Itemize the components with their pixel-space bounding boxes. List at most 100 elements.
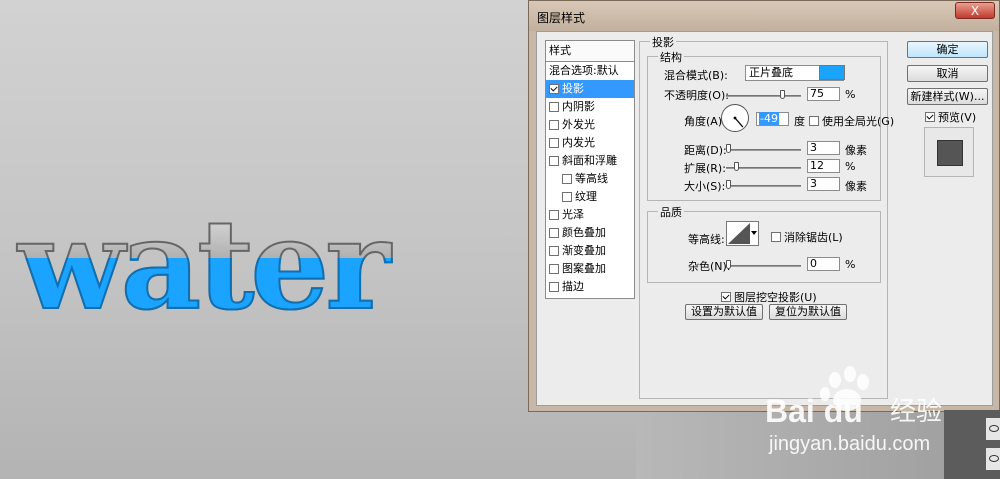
style-checkbox[interactable] [549,102,559,112]
style-checkbox[interactable] [549,138,559,148]
preview-option[interactable]: 预览(V) [925,109,976,125]
style-checkbox[interactable] [549,264,559,274]
cancel-button[interactable]: 取消 [907,65,988,82]
contour-chevron-icon [751,231,757,235]
style-list-item[interactable]: 描边 [546,278,634,296]
opacity-input[interactable]: 75 [807,87,840,101]
opacity-label: 不透明度(O): [664,89,729,102]
style-list-item-label: 斜面和浮雕 [562,154,617,167]
size-input[interactable]: 3 [807,177,840,191]
eye-icon[interactable] [989,425,999,432]
layer-row[interactable] [986,418,1000,440]
style-list-item[interactable]: 斜面和浮雕 [546,152,634,170]
ok-button[interactable]: 确定 [907,41,988,58]
style-list: 样式 混合选项:默认投影内阴影外发光内发光斜面和浮雕等高线纹理光泽颜色叠加渐变叠… [545,40,635,299]
distance-slider-track[interactable] [726,149,801,151]
style-list-item[interactable]: 外发光 [546,116,634,134]
style-list-item-label: 内发光 [562,136,595,149]
distance-slider-thumb[interactable] [726,144,731,153]
style-checkbox[interactable] [549,210,559,220]
contour-picker[interactable] [726,221,759,246]
structure-group: 结构 混合模式(B): 正片叠底 不透明度(O): 75 % 角度(A): -4… [647,49,894,201]
eye-icon[interactable] [989,455,999,462]
style-checkbox[interactable] [549,84,559,94]
watermark-brand: Bai du [765,393,863,429]
quality-group: 品质 等高线: 消除锯齿(L) 杂色(N): 0 % [647,204,881,283]
preview-checkbox[interactable] [925,112,935,122]
global-light-option[interactable]: 使用全局光(G) [809,113,894,129]
spread-slider-thumb[interactable] [734,162,739,171]
dialog-titlebar[interactable]: 图层样式 X [529,1,999,31]
style-list-item[interactable]: 内阴影 [546,98,634,116]
size-unit: 像素 [845,180,867,193]
style-list-item-label: 纹理 [575,190,597,203]
angle-input[interactable]: -49 [756,112,789,126]
style-list-item[interactable]: 渐变叠加 [546,242,634,260]
size-slider-thumb[interactable] [726,180,731,189]
style-list-item[interactable]: 内发光 [546,134,634,152]
antialias-label: 消除锯齿(L) [784,231,843,244]
style-list-item-label: 颜色叠加 [562,226,606,239]
angle-value: -49 [759,112,779,125]
style-list-header: 样式 [546,41,634,62]
style-list-item[interactable]: 混合选项:默认 [546,62,634,80]
style-checkbox[interactable] [562,192,572,202]
style-list-item[interactable]: 纹理 [546,188,634,206]
dialog-client: 样式 混合选项:默认 投影 内阴影 外发光 内发光 斜面和浮雕 等高线 纹理 光泽 颜色叠加 渐变叠… [536,31,993,406]
noise-slider-thumb[interactable] [726,260,731,269]
spread-input[interactable]: 12 [807,159,840,173]
style-checkbox[interactable] [549,120,559,130]
opacity-unit: % [845,88,856,101]
watermark-url: jingyan.baidu.com [768,433,930,455]
layer-style-dialog: 图层样式 X 样式 混合选项:默认 投影 内阴影 外发光 内发光 斜面和浮雕 等高线 纹理 光泽… [528,0,1000,412]
spread-unit: % [845,160,856,173]
opacity-slider-track[interactable] [726,95,801,97]
canvas-water-text: water water [15,196,397,326]
drop-shadow-group: 投影 结构 混合模式(B): 正片叠底 不透明度(O): 75 % 角度(A): [639,34,894,399]
opacity-slider-thumb[interactable] [780,90,786,99]
noise-unit: % [845,258,856,271]
angle-dial[interactable] [720,103,750,133]
knockout-label: 图层挖空投影(U) [734,291,817,304]
style-list-item[interactable]: 等高线 [546,170,634,188]
style-list-item-label: 投影 [562,82,584,95]
style-checkbox[interactable] [549,282,559,292]
knockout-option[interactable]: 图层挖空投影(U) [721,289,817,305]
make-default-button[interactable]: 设置为默认值 [685,304,763,320]
layer-row[interactable] [986,448,1000,470]
antialias-option[interactable]: 消除锯齿(L) [771,229,843,245]
style-list-item-label: 外发光 [562,118,595,131]
dialog-title: 图层样式 [537,11,586,25]
style-list-item[interactable]: 颜色叠加 [546,224,634,242]
style-list-item[interactable]: 投影 [546,80,634,98]
antialias-checkbox[interactable] [771,232,781,242]
size-slider-track[interactable] [726,185,801,187]
style-list-item-label: 渐变叠加 [562,244,606,257]
style-preview-swatch [937,140,963,166]
shadow-color-swatch[interactable] [819,65,845,80]
new-style-button[interactable]: 新建样式(W)... [907,88,988,105]
noise-slider-track[interactable] [726,265,801,267]
global-light-checkbox[interactable] [809,116,819,126]
noise-label: 杂色(N): [688,260,731,273]
distance-input[interactable]: 3 [807,141,840,155]
style-list-item-label: 混合选项:默认 [549,64,619,77]
noise-input[interactable]: 0 [807,257,840,271]
style-preview-thumbnail [924,127,974,177]
style-list-item-label: 图案叠加 [562,262,606,275]
style-checkbox[interactable] [562,174,572,184]
preview-label: 预览(V) [938,111,977,124]
angle-unit: 度 [794,115,805,128]
style-list-item[interactable]: 光泽 [546,206,634,224]
style-list-item[interactable]: 图案叠加 [546,260,634,278]
close-button[interactable]: X [955,2,995,19]
style-checkbox[interactable] [549,156,559,166]
reset-default-button[interactable]: 复位为默认值 [769,304,847,320]
style-list-item-label: 光泽 [562,208,584,221]
style-checkbox[interactable] [549,246,559,256]
style-checkbox[interactable] [549,228,559,238]
distance-label: 距离(D): [684,144,727,157]
knockout-checkbox[interactable] [721,292,731,302]
contour-curve-icon [728,223,750,244]
drop-shadow-title: 投影 [650,34,676,50]
